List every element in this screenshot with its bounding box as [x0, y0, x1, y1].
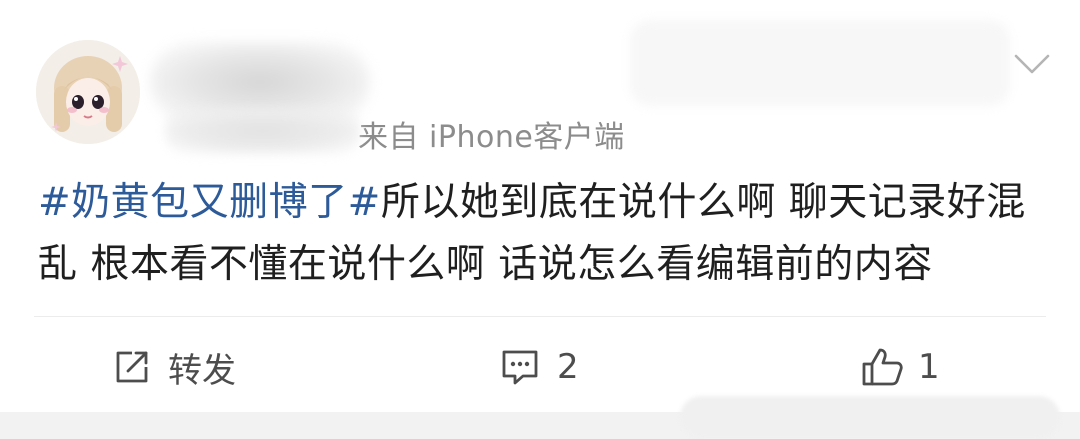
like-count: 1: [918, 347, 940, 387]
meta-redacted: [165, 108, 360, 154]
comment-button[interactable]: 2: [499, 340, 579, 394]
repost-button[interactable]: 转发: [112, 340, 236, 394]
repost-icon: [116, 351, 148, 383]
weibo-post-card: 来自 iPhone客户端 #奶黄包又删博了#所以她到底在说什么啊 聊天记录好混乱…: [0, 0, 1080, 439]
thumbs-up-icon: [862, 348, 903, 386]
repost-label: 转发: [168, 350, 236, 391]
watermark-redacted: [680, 396, 1060, 438]
like-button[interactable]: 1: [860, 340, 940, 394]
comment-icon: [502, 350, 538, 385]
comment-count: 2: [557, 347, 579, 387]
chevron-down-icon[interactable]: [1014, 52, 1050, 76]
redacted-area: [630, 20, 1010, 106]
avatar[interactable]: [36, 40, 140, 144]
divider: [34, 316, 1046, 317]
source-label: 来自 iPhone客户端: [358, 120, 625, 155]
topic-link[interactable]: #奶黄包又删博了#: [38, 180, 381, 225]
post-content: #奶黄包又删博了#所以她到底在说什么啊 聊天记录好混乱 根本看不懂在说什么啊 话…: [38, 172, 1048, 296]
avatar-illustration: [36, 40, 140, 144]
